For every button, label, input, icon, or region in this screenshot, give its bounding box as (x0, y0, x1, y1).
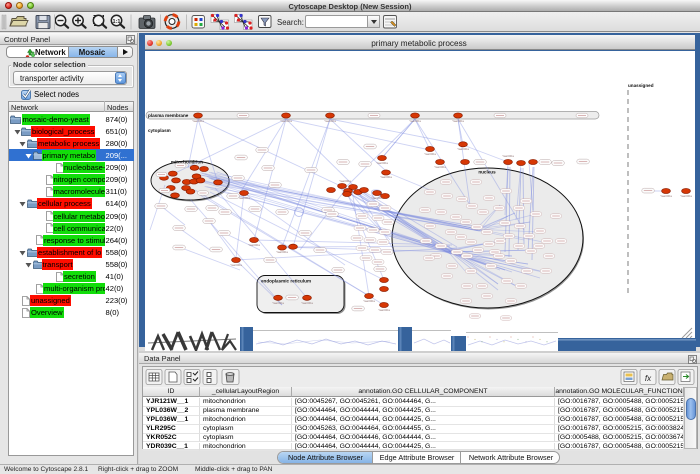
svg-text:Yaa000a: Yaa000a (371, 196, 383, 200)
svg-text:Yaa000a: Yaa000a (339, 179, 351, 183)
svg-text:Yaa000a: Yaa000a (660, 194, 672, 198)
svg-text:Yaa000a: Yaa000a (324, 119, 336, 123)
svg-text:Yaa000a: Yaa000a (272, 301, 284, 305)
svg-text:Yaa000a: Yaa000a (680, 194, 692, 198)
svg-text:Yaa000a: Yaa000a (192, 119, 204, 123)
svg-text:Yaa000a: Yaa000a (280, 119, 292, 123)
svg-text:Yaa000a: Yaa000a (424, 152, 436, 156)
svg-text:fx: fx (645, 374, 652, 383)
svg-text:Yaa000a: Yaa000a (230, 263, 242, 267)
svg-text:Yaa000a: Yaa000a (502, 154, 514, 158)
svg-text:Yaa000a: Yaa000a (363, 299, 375, 303)
svg-text:Yaa000a: Yaa000a (452, 119, 464, 123)
svg-text:Yaa000a: Yaa000a (238, 196, 250, 200)
svg-text:Yaa000a: Yaa000a (376, 161, 388, 165)
svg-text:cytoplasm: cytoplasm (148, 128, 171, 133)
svg-text:Yaa000a: Yaa000a (248, 243, 260, 247)
svg-text:nucleus: nucleus (478, 170, 496, 175)
svg-text:plasma membrane: plasma membrane (148, 113, 189, 118)
svg-text:Yaa000a: Yaa000a (276, 250, 288, 254)
svg-text:unassigned: unassigned (628, 83, 654, 88)
svg-text:Yaa000a: Yaa000a (409, 119, 421, 123)
svg-text:Yaa000a: Yaa000a (301, 301, 313, 305)
svg-text:Yaa000a: Yaa000a (378, 308, 390, 312)
svg-text:Yaa000a: Yaa000a (434, 165, 446, 169)
svg-text:Yaa000a: Yaa000a (380, 175, 392, 179)
svg-text:Yaa000a: Yaa000a (457, 147, 469, 151)
svg-text:endoplasmic reticulum: endoplasmic reticulum (261, 279, 311, 284)
